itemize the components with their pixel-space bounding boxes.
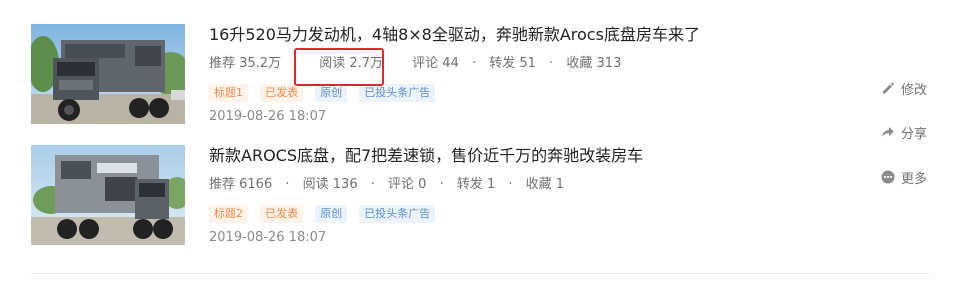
read-count-highlight [294, 48, 384, 86]
share-label: 分享 [901, 126, 928, 142]
article-stats: 推荐 6166 · 阅读 136 · 评论 0 · 转发 1 · 收藏 1 [209, 175, 564, 195]
tag-published: 已发表 [260, 84, 304, 102]
separator-dot: · [439, 177, 444, 192]
article-tags: 标题2 已发表 原创 已投头条广告 [209, 202, 442, 223]
more-button[interactable]: 更多 [881, 167, 927, 187]
more-icon [881, 170, 895, 184]
tag-ad: 已投头条广告 [359, 84, 436, 102]
edit-icon [883, 82, 894, 94]
separator-dot: · [285, 177, 290, 192]
separator-dot: · [508, 177, 513, 192]
share-button[interactable]: 分享 [881, 122, 927, 142]
edit-label: 修改 [901, 82, 928, 98]
tag-title: 标题2 [209, 205, 248, 223]
separator-dot: · [472, 56, 477, 71]
more-label: 更多 [901, 171, 928, 187]
separator-dot: · [370, 177, 375, 192]
stat-recommend: 推荐 35.2万 [209, 56, 282, 71]
article-date: 2019-08-26 18:07 [209, 109, 327, 124]
article-thumbnail-1[interactable] [31, 24, 185, 124]
edit-button[interactable]: 修改 [881, 78, 927, 98]
tag-original: 原创 [315, 84, 348, 102]
motorhome-thumbnail-image [31, 145, 185, 245]
stat-shares: 转发 51 [489, 56, 536, 71]
stat-shares: 转发 1 [456, 177, 496, 192]
article-list-page: 16升520马力发动机，4轴8×8全驱动，奔驰新款Arocs底盘房车来了 推荐 … [0, 0, 969, 282]
tag-ad: 已投头条广告 [359, 205, 436, 223]
tag-title: 标题1 [209, 84, 248, 102]
list-divider [31, 273, 931, 274]
article-thumbnail-2[interactable] [31, 145, 185, 245]
tag-published: 已发表 [260, 205, 304, 223]
article-title[interactable]: 新款AROCS底盘，配7把差速锁，售价近千万的奔驰改装房车 [209, 145, 643, 167]
stat-comments: 评论 0 [388, 177, 427, 192]
stat-comments: 评论 44 [412, 56, 459, 71]
share-icon [882, 127, 894, 137]
stat-reads: 阅读 136 [302, 177, 358, 192]
stat-favorites: 收藏 1 [525, 177, 565, 192]
article-title[interactable]: 16升520马力发动机，4轴8×8全驱动，奔驰新款Arocs底盘房车来了 [209, 24, 700, 46]
separator-dot: · [549, 56, 554, 71]
article-date: 2019-08-26 18:07 [209, 230, 327, 245]
stat-recommend: 推荐 6166 [209, 177, 273, 192]
tag-original: 原创 [315, 205, 348, 223]
stat-favorites: 收藏 313 [566, 56, 622, 71]
article-stats: 推荐 35.2万 阅读 2.7万 评论 44 · 转发 51 · 收藏 313 [209, 54, 621, 74]
truck-thumbnail-image [31, 24, 185, 124]
